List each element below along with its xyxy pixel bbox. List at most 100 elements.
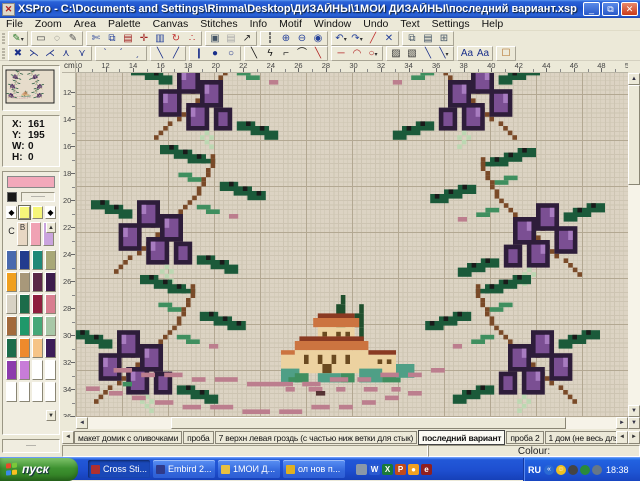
- palette-swatch[interactable]: [6, 316, 17, 336]
- quarter-tr-icon[interactable]: ˊ: [114, 47, 128, 60]
- palette-swatch[interactable]: [45, 316, 56, 336]
- toolbar-grip[interactable]: [2, 33, 5, 44]
- palette-swatch[interactable]: [32, 382, 43, 402]
- sheet-tab-0[interactable]: макет домик с оливочками: [74, 431, 182, 444]
- scroll-up-button[interactable]: ▲: [628, 73, 640, 85]
- antivirus-icon[interactable]: [580, 465, 590, 475]
- language-indicator[interactable]: RU: [528, 465, 541, 475]
- vertical-scroll-thumb[interactable]: [628, 85, 640, 185]
- mirror-icon[interactable]: ▥: [153, 32, 167, 45]
- messenger-icon[interactable]: ☺: [556, 465, 566, 475]
- palette-swatch[interactable]: [32, 272, 43, 292]
- palette-swatch[interactable]: [6, 250, 17, 270]
- draw-tool-icon[interactable]: ✎▾: [11, 32, 25, 45]
- menu-item-help[interactable]: Help: [476, 18, 510, 30]
- knot-open-icon[interactable]: ○: [224, 47, 238, 60]
- full-stitch-icon[interactable]: ✖: [11, 47, 25, 60]
- tabs-scroll-left-2[interactable]: ◄: [616, 431, 628, 444]
- hide-icons-icon[interactable]: «: [544, 465, 554, 475]
- horizontal-scroll-thumb[interactable]: [171, 417, 566, 429]
- restore-button[interactable]: ⧉: [602, 2, 619, 16]
- knot-filled-icon[interactable]: ●: [208, 47, 222, 60]
- palette-swatch[interactable]: [45, 272, 56, 292]
- motif-line-alt-icon[interactable]: ╲▾: [437, 47, 451, 60]
- palette-swatch[interactable]: [6, 360, 17, 380]
- menu-item-area[interactable]: Area: [68, 18, 102, 30]
- symbol-yellow-selected[interactable]: [19, 206, 30, 219]
- thread-icon[interactable]: ┇: [263, 32, 277, 45]
- sheet-new-icon[interactable]: ▤: [421, 32, 435, 45]
- palette-swatch[interactable]: [45, 338, 56, 358]
- media-icon[interactable]: [356, 464, 367, 475]
- palette-header-swatch[interactable]: B: [17, 222, 28, 246]
- three-quarter-bl-icon[interactable]: ⋏: [59, 47, 73, 60]
- select-dashed-icon[interactable]: ☐: [499, 47, 513, 60]
- tabs-scroll-left[interactable]: ◄: [62, 431, 74, 444]
- palette-header-swatch[interactable]: [30, 222, 41, 246]
- palette-scroll-up[interactable]: ▲: [46, 222, 56, 233]
- browser-icon[interactable]: e: [421, 464, 432, 475]
- menu-item-info[interactable]: Info: [244, 18, 274, 30]
- sheet-tab-2[interactable]: 7 верхн левая гроздь (с частью ниж ветки…: [215, 431, 418, 444]
- sheet-copy-icon[interactable]: ⧉: [405, 32, 419, 45]
- palette-swatch[interactable]: [6, 382, 17, 402]
- pointer-icon[interactable]: ↗: [240, 32, 254, 45]
- zoom-in-icon[interactable]: ⊕: [279, 32, 293, 45]
- agent-icon[interactable]: ●: [408, 464, 419, 475]
- print-icon[interactable]: ▤: [224, 32, 238, 45]
- palette-swatch[interactable]: [19, 316, 30, 336]
- move-icon[interactable]: ✛: [137, 32, 151, 45]
- palette-swatch[interactable]: [19, 294, 30, 314]
- toolbar-grip[interactable]: [2, 48, 5, 59]
- menu-item-palette[interactable]: Palette: [102, 18, 147, 30]
- undo-icon[interactable]: ↶▾: [334, 32, 348, 45]
- pen-icon[interactable]: ╱: [366, 32, 380, 45]
- scroll-right-button[interactable]: ►: [616, 417, 628, 429]
- start-button[interactable]: пуск: [0, 458, 78, 481]
- palette-swatch[interactable]: [45, 382, 56, 402]
- minimize-button[interactable]: _: [583, 2, 600, 16]
- network-icon[interactable]: [592, 465, 602, 475]
- menu-item-undo[interactable]: Undo: [357, 18, 394, 30]
- select-lasso-icon[interactable]: ◌: [50, 32, 64, 45]
- motif-line-icon[interactable]: ╲: [421, 47, 435, 60]
- symbol-yellow[interactable]: [32, 206, 43, 219]
- menu-item-file[interactable]: File: [0, 18, 29, 30]
- sheet-export-icon[interactable]: ⊞: [437, 32, 451, 45]
- redo-icon[interactable]: ↷▾: [350, 32, 364, 45]
- palette-swatch[interactable]: [6, 294, 17, 314]
- copy-icon[interactable]: ⧉: [105, 32, 119, 45]
- palette-swatch[interactable]: [6, 338, 17, 358]
- quarter-b-icon[interactable]: ˏ: [130, 47, 144, 60]
- close-button[interactable]: ✕: [621, 2, 638, 16]
- sheet-tab-4[interactable]: проба 2: [506, 431, 543, 444]
- circle-tool-icon[interactable]: ○▾: [366, 47, 380, 60]
- scrollbar-corner-button[interactable]: ▼: [628, 417, 640, 429]
- view-screen-icon[interactable]: ▣: [208, 32, 222, 45]
- backstitch-arc-icon[interactable]: ⌒: [295, 47, 309, 60]
- motif-fill-icon[interactable]: ▨: [389, 47, 403, 60]
- motif-pattern-icon[interactable]: ▧: [405, 47, 419, 60]
- line-tool-icon[interactable]: ─: [334, 47, 348, 60]
- task-button[interactable]: Embird 2...: [153, 460, 215, 478]
- quarter-tl-icon[interactable]: ˋ: [98, 47, 112, 60]
- black-swatch[interactable]: [7, 192, 17, 202]
- palette-swatch[interactable]: [45, 294, 56, 314]
- sheet-tab-1[interactable]: проба: [183, 431, 213, 444]
- backstitch-corner-icon[interactable]: ⌐: [279, 47, 293, 60]
- word-icon[interactable]: W: [369, 464, 380, 475]
- symbol-diamond-right[interactable]: ◆: [45, 206, 56, 219]
- scroll-down-button[interactable]: ▼: [628, 405, 640, 417]
- task-button[interactable]: Cross Sti...: [88, 460, 150, 478]
- palette-swatch[interactable]: [19, 360, 30, 380]
- paste-icon[interactable]: ▤: [121, 32, 135, 45]
- stitch-canvas[interactable]: [76, 73, 628, 417]
- palette-swatch[interactable]: [32, 338, 43, 358]
- palette-scroll-down[interactable]: ▼: [46, 410, 56, 421]
- palette-swatch[interactable]: [32, 294, 43, 314]
- palette-swatch[interactable]: [19, 382, 30, 402]
- palette-swatch[interactable]: [19, 272, 30, 292]
- menu-item-zoom[interactable]: Zoom: [29, 18, 68, 30]
- horizontal-scrollbar[interactable]: ◄ ►: [76, 417, 628, 429]
- backstitch-red-icon[interactable]: ╲: [311, 47, 325, 60]
